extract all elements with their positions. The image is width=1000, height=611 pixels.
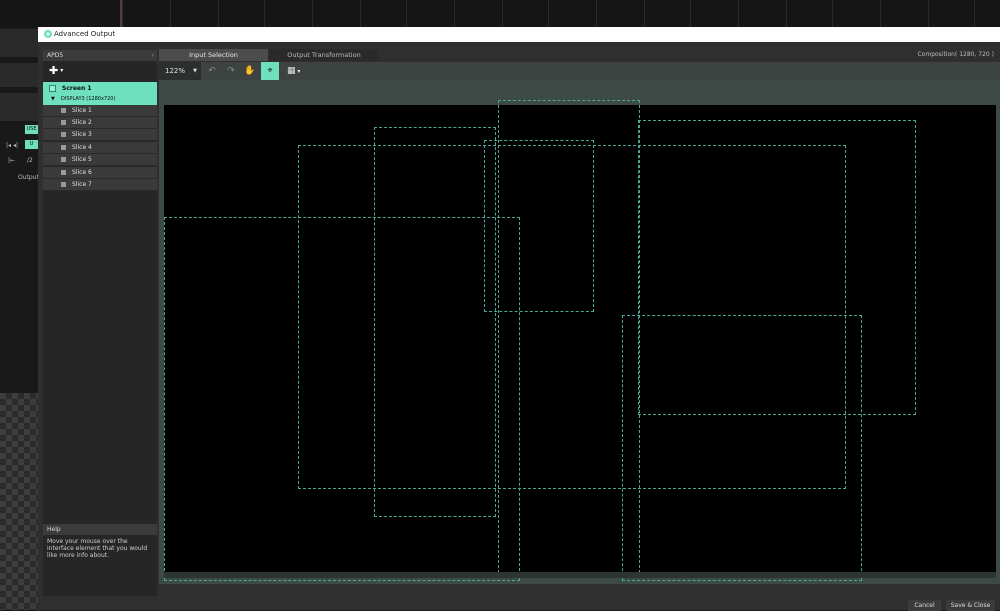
tree-item-slice[interactable]: Slice 6 bbox=[43, 167, 157, 179]
slice-checkbox[interactable] bbox=[61, 170, 66, 175]
plus-icon: ✚ bbox=[49, 64, 59, 77]
background-transport-b: |← bbox=[8, 157, 16, 164]
canvas-area[interactable] bbox=[159, 80, 1000, 584]
redo-icon[interactable]: ↷ bbox=[222, 62, 240, 80]
tree-item-slice[interactable]: Slice 1 bbox=[43, 105, 157, 117]
zoom-value: 122% bbox=[165, 67, 186, 75]
hand-icon[interactable]: ✋ bbox=[241, 62, 259, 80]
chevron-down-icon: › bbox=[151, 52, 154, 59]
slice-label: Slice 4 bbox=[72, 144, 92, 151]
device-select-value: APD5 bbox=[47, 52, 64, 59]
background-tag: USE bbox=[25, 125, 38, 134]
slice-label: Slice 7 bbox=[72, 181, 92, 188]
slice-checkbox[interactable] bbox=[61, 132, 66, 137]
help-title: Help bbox=[47, 526, 61, 533]
chevron-down-icon: ▾ bbox=[295, 68, 301, 75]
grid-icon: ▦ bbox=[287, 66, 296, 76]
chevron-down-icon: ▼ bbox=[193, 68, 197, 74]
slice-checkbox[interactable] bbox=[61, 157, 66, 162]
slice-label: Slice 1 bbox=[72, 107, 92, 114]
device-select[interactable]: APD5 › bbox=[43, 50, 157, 61]
slice-label: Slice 3 bbox=[72, 131, 92, 138]
resolume-logo-icon bbox=[44, 30, 52, 38]
left-panel: APD5 › ✚ ▾ Screen 1 ▼ DISPLAY3 (1280x720)… bbox=[43, 50, 157, 596]
screen-name: Screen 1 bbox=[62, 85, 92, 92]
screen-display: DISPLAY3 (1280x720) bbox=[61, 96, 116, 102]
slice-label: Slice 6 bbox=[72, 169, 92, 176]
composition-label: Composition( 1280, 720 ) bbox=[917, 51, 994, 58]
add-button[interactable]: ✚ ▾ bbox=[49, 64, 63, 78]
expand-triangle-icon[interactable]: ▼ bbox=[51, 96, 55, 102]
tree-item-slice[interactable]: Slice 2 bbox=[43, 117, 157, 129]
background-timeline-header bbox=[0, 0, 1000, 27]
slice-outline[interactable] bbox=[484, 140, 594, 312]
save-close-button[interactable]: Save & Close bbox=[946, 600, 995, 611]
cancel-button[interactable]: Cancel bbox=[908, 600, 941, 611]
background-output-label: Output bbox=[18, 174, 39, 181]
composition-stage[interactable] bbox=[164, 100, 996, 581]
slice-checkbox[interactable] bbox=[61, 182, 66, 187]
tree-item-slice[interactable]: Slice 5 bbox=[43, 154, 157, 166]
stage-scroll-strip bbox=[164, 572, 996, 578]
tab-input-selection[interactable]: Input Selection bbox=[159, 49, 268, 61]
tree-item-slice[interactable]: Slice 7 bbox=[43, 179, 157, 191]
tree-item-screen[interactable]: Screen 1 ▼ DISPLAY3 (1280x720) bbox=[43, 82, 157, 105]
background-preview-checker bbox=[0, 393, 38, 610]
window-titlebar[interactable]: Advanced Output bbox=[38, 27, 1000, 42]
window-title: Advanced Output bbox=[54, 30, 116, 38]
tab-output-transformation[interactable]: Output Transformation bbox=[269, 49, 379, 61]
slice-outline[interactable] bbox=[622, 315, 862, 581]
canvas-toolbar: 122% ▼ ↶ ↷ ✋ ⌖ ▦ ▾ bbox=[159, 62, 1000, 80]
slice-checkbox[interactable] bbox=[61, 145, 66, 150]
help-header: Help bbox=[43, 524, 157, 535]
slice-outline[interactable] bbox=[374, 127, 496, 517]
tree-item-slice[interactable]: Slice 4 bbox=[43, 142, 157, 154]
background-transport-c: /2 bbox=[27, 157, 33, 164]
chevron-down-icon: ▾ bbox=[60, 67, 64, 74]
slice-label: Slice 2 bbox=[72, 119, 92, 126]
help-text: Move your mouse over the interface eleme… bbox=[47, 538, 148, 559]
background-button: U bbox=[25, 140, 38, 149]
slice-checkbox[interactable] bbox=[61, 108, 66, 113]
tree-item-slice[interactable]: Slice 3 bbox=[43, 129, 157, 141]
background-transport-a: |◂ ◂| bbox=[6, 142, 18, 149]
slice-checkbox[interactable] bbox=[61, 120, 66, 125]
advanced-output-window: Advanced Output APD5 › ✚ ▾ Screen 1 ▼ DIS… bbox=[38, 27, 1000, 611]
grid-button[interactable]: ▦ ▾ bbox=[284, 62, 306, 80]
screen-checkbox[interactable] bbox=[49, 85, 56, 92]
slice-label: Slice 5 bbox=[72, 156, 92, 163]
undo-icon[interactable]: ↶ bbox=[203, 62, 221, 80]
zoom-select[interactable]: 122% ▼ bbox=[159, 62, 201, 80]
magnet-icon[interactable]: ⌖ bbox=[261, 62, 279, 80]
